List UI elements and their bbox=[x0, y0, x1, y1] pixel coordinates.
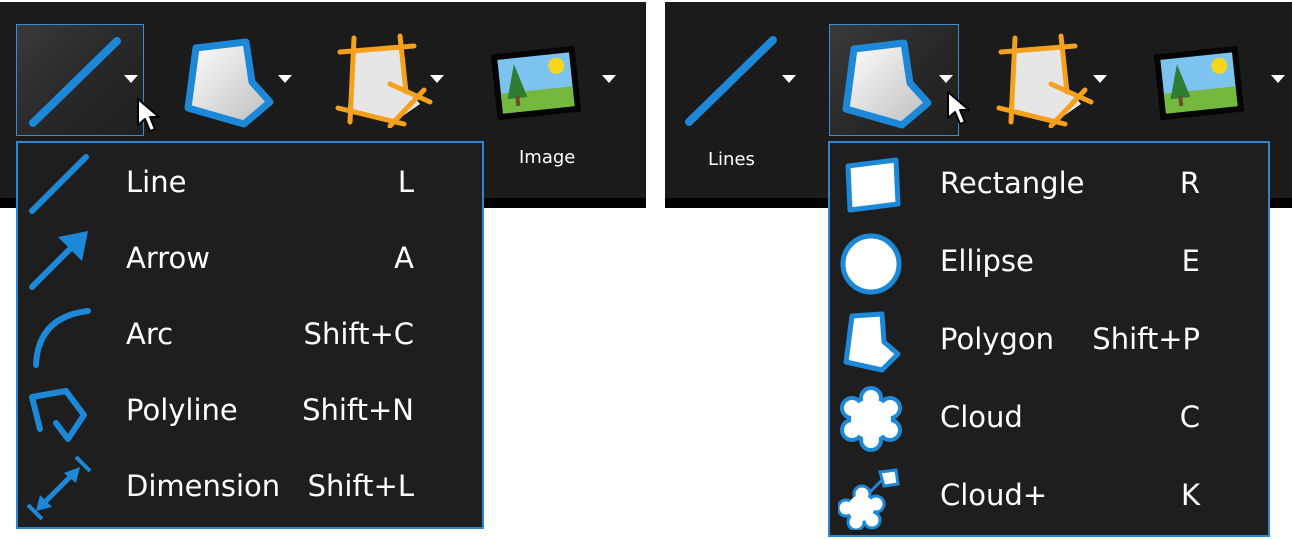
menu-item-polyline[interactable]: Polyline Shift+N bbox=[18, 373, 482, 451]
menu-item-rectangle[interactable]: Rectangle R bbox=[830, 146, 1268, 224]
crop-tool-dropdown-arrow[interactable] bbox=[1093, 75, 1107, 83]
menu-item-arc[interactable]: Arc Shift+C bbox=[18, 297, 482, 375]
menu-item-shortcut: Shift+N bbox=[302, 393, 414, 427]
polyline-icon bbox=[29, 388, 87, 442]
menu-item-label: Polyline bbox=[126, 393, 238, 427]
ellipse-icon bbox=[840, 233, 902, 295]
polygon-tool-icon bbox=[842, 39, 932, 129]
menu-item-arrow[interactable]: Arrow A bbox=[18, 221, 482, 299]
image-tool-label: Image bbox=[519, 147, 576, 168]
cloud-icon bbox=[840, 386, 902, 452]
menu-item-shortcut: Shift+P bbox=[1092, 322, 1200, 356]
polygon-tool-dropdown-arrow[interactable] bbox=[278, 75, 292, 83]
image-tool-dropdown-arrow[interactable] bbox=[602, 75, 616, 83]
crop-tool-icon bbox=[996, 33, 1094, 128]
lines-dropdown-menu: Line L Arrow A Arc Shift+C Polyline Shif… bbox=[16, 141, 484, 529]
menu-item-ellipse[interactable]: Ellipse E bbox=[830, 224, 1268, 302]
menu-item-cloud-plus[interactable]: Cloud+ K bbox=[830, 458, 1268, 536]
menu-item-shortcut: Shift+C bbox=[303, 317, 414, 351]
line-tool-dropdown-arrow[interactable] bbox=[782, 75, 796, 83]
line-tool-icon bbox=[29, 37, 121, 127]
menu-item-label: Arrow bbox=[126, 241, 210, 275]
menu-item-line[interactable]: Line L bbox=[18, 145, 482, 223]
lines-tool-label: Lines bbox=[708, 149, 755, 170]
menu-item-shortcut: Shift+L bbox=[307, 469, 414, 503]
arc-icon bbox=[33, 308, 91, 368]
cloud-plus-icon bbox=[838, 468, 900, 530]
line-icon bbox=[29, 154, 89, 214]
menu-item-shortcut: A bbox=[394, 241, 414, 275]
menu-item-label: Rectangle bbox=[940, 166, 1085, 200]
arrow-icon bbox=[29, 231, 88, 290]
mouse-cursor-icon bbox=[947, 91, 970, 125]
image-tool-icon bbox=[1153, 45, 1245, 121]
crop-tool-icon bbox=[335, 33, 433, 128]
menu-item-shortcut: R bbox=[1179, 166, 1200, 200]
line-tool-icon bbox=[685, 36, 777, 126]
rectangle-icon bbox=[845, 157, 901, 213]
menu-item-label: Dimension bbox=[126, 469, 281, 503]
image-tool-button[interactable] bbox=[478, 24, 606, 136]
menu-item-shortcut: K bbox=[1180, 478, 1200, 512]
menu-item-shortcut: E bbox=[1181, 244, 1200, 278]
menu-item-shortcut: L bbox=[397, 165, 414, 199]
crop-tool-dropdown-arrow[interactable] bbox=[430, 75, 444, 83]
menu-item-label: Cloud bbox=[940, 400, 1023, 434]
polygon-tool-icon bbox=[184, 38, 274, 128]
shapes-dropdown-menu: Rectangle R Ellipse E Polygon Shift+P Cl… bbox=[828, 141, 1270, 537]
menu-item-label: Line bbox=[126, 165, 187, 199]
menu-item-cloud[interactable]: Cloud C bbox=[830, 380, 1268, 458]
image-tool-dropdown-arrow[interactable] bbox=[1271, 75, 1285, 83]
menu-item-label: Cloud+ bbox=[940, 478, 1048, 512]
polygon-tool-dropdown-arrow[interactable] bbox=[939, 75, 953, 83]
menu-item-polygon[interactable]: Polygon Shift+P bbox=[830, 302, 1268, 380]
image-tool-button[interactable] bbox=[1141, 24, 1269, 136]
menu-item-dimension[interactable]: Dimension Shift+L bbox=[18, 449, 482, 527]
menu-item-label: Polygon bbox=[940, 322, 1054, 356]
dimension-icon bbox=[26, 455, 92, 521]
menu-item-shortcut: C bbox=[1179, 400, 1200, 434]
mouse-cursor-icon bbox=[137, 98, 160, 132]
image-tool-icon bbox=[490, 45, 582, 121]
polygon-icon bbox=[843, 311, 901, 373]
line-tool-dropdown-arrow[interactable] bbox=[124, 75, 138, 83]
menu-item-label: Arc bbox=[126, 317, 174, 351]
menu-item-label: Ellipse bbox=[940, 244, 1034, 278]
